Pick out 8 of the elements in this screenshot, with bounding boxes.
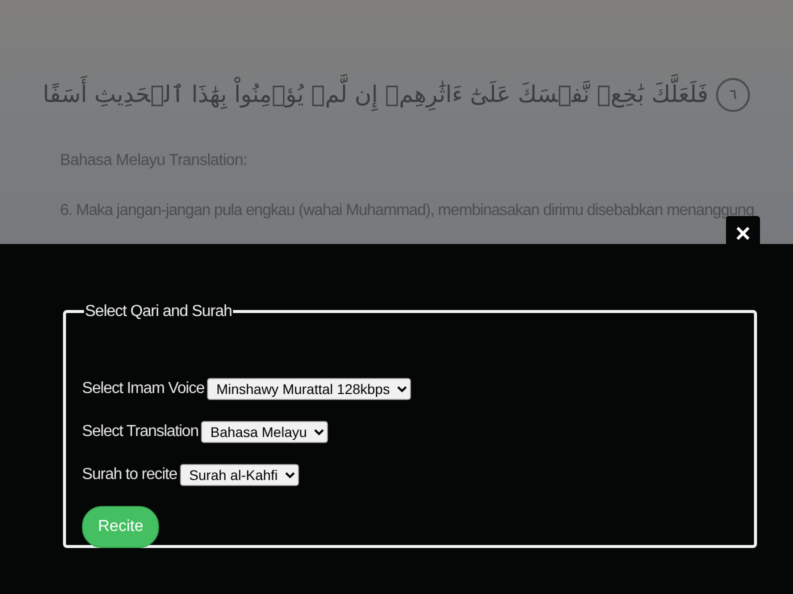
field-label: Select Translation xyxy=(82,422,198,442)
panel-legend: Select Qari and Surah xyxy=(84,302,233,322)
dropdown[interactable]: Minshawy Murattal 128kbps xyxy=(207,378,412,400)
dropdown[interactable]: Surah al-Kahfi xyxy=(180,464,300,486)
field-label: Select Imam Voice xyxy=(82,379,204,400)
dropdown[interactable]: Bahasa Melayu xyxy=(201,421,328,444)
verse-number: ٦ xyxy=(716,78,750,112)
field-label: Surah to recite xyxy=(82,465,178,486)
